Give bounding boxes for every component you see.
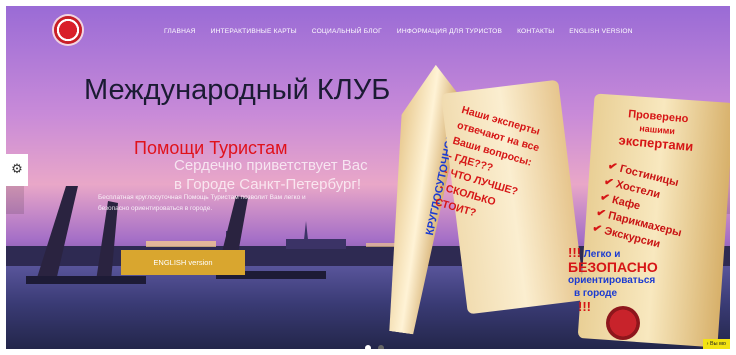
scroll-right-footer: !!! Легко и БЕЗОПАСНО ориентироваться в … <box>568 246 658 313</box>
hero-description: Бесплатная круглосуточная Помощь Туриста… <box>98 194 306 212</box>
checkmark-icon: ✔ <box>595 206 607 221</box>
checkmark-icon: ✔ <box>602 175 615 190</box>
hero-slider: ГЛАВНАЯ ИНТЕРАКТИВНЫЕ КАРТЫ СОЦИАЛЬНЫЙ Б… <box>6 6 730 349</box>
nav-item-blog[interactable]: СОЦИАЛЬНЫЙ БЛОГ <box>312 28 382 35</box>
slider-dot[interactable] <box>378 345 385 349</box>
checkmark-icon: ✔ <box>591 222 603 236</box>
nav-item-maps[interactable]: ИНТЕРАКТИВНЫЕ КАРТЫ <box>211 28 297 35</box>
top-navigation: ГЛАВНАЯ ИНТЕРАКТИВНЫЕ КАРТЫ СОЦИАЛЬНЫЙ Б… <box>6 6 730 60</box>
slider-dot-active[interactable] <box>365 345 371 349</box>
safe-label: БЕЗОПАСНО <box>568 259 658 275</box>
nav-item-contacts[interactable]: КОНТАКТЫ <box>517 28 554 35</box>
hero-title: Международный КЛУБ <box>84 74 391 106</box>
exclaim-mark: !!! <box>568 245 581 260</box>
wax-seal-logo <box>606 306 640 340</box>
checkmark-icon: ✔ <box>606 159 619 174</box>
orient-label: ориентироваться <box>568 275 656 286</box>
hero-greeting: Сердечно приветствует Вас в Городе Санкт… <box>174 156 368 194</box>
greeting-line-1: Сердечно приветствует Вас <box>174 157 368 174</box>
english-version-button[interactable]: ENGLISH version <box>121 250 245 275</box>
nav-menu: ГЛАВНАЯ ИНТЕРАКТИВНЫЕ КАРТЫ СОЦИАЛЬНЫЙ Б… <box>164 28 648 35</box>
nav-item-english[interactable]: ENGLISH VERSION <box>569 28 632 35</box>
help-badge-label: Вы мо <box>710 341 726 347</box>
gear-icon[interactable]: ⚙ <box>6 154 28 186</box>
nav-item-tourist-info[interactable]: ИНФОРМАЦИЯ ДЛЯ ТУРИСТОВ <box>397 28 502 35</box>
scroll-right-header: Проверено нашими экспертами <box>601 106 714 154</box>
nav-item-home[interactable]: ГЛАВНАЯ <box>164 28 196 35</box>
club-logo[interactable] <box>54 16 82 44</box>
checkmark-icon: ✔ <box>598 190 611 205</box>
slider-dots <box>365 336 386 349</box>
help-badge[interactable]: › Вы мо <box>702 339 730 349</box>
